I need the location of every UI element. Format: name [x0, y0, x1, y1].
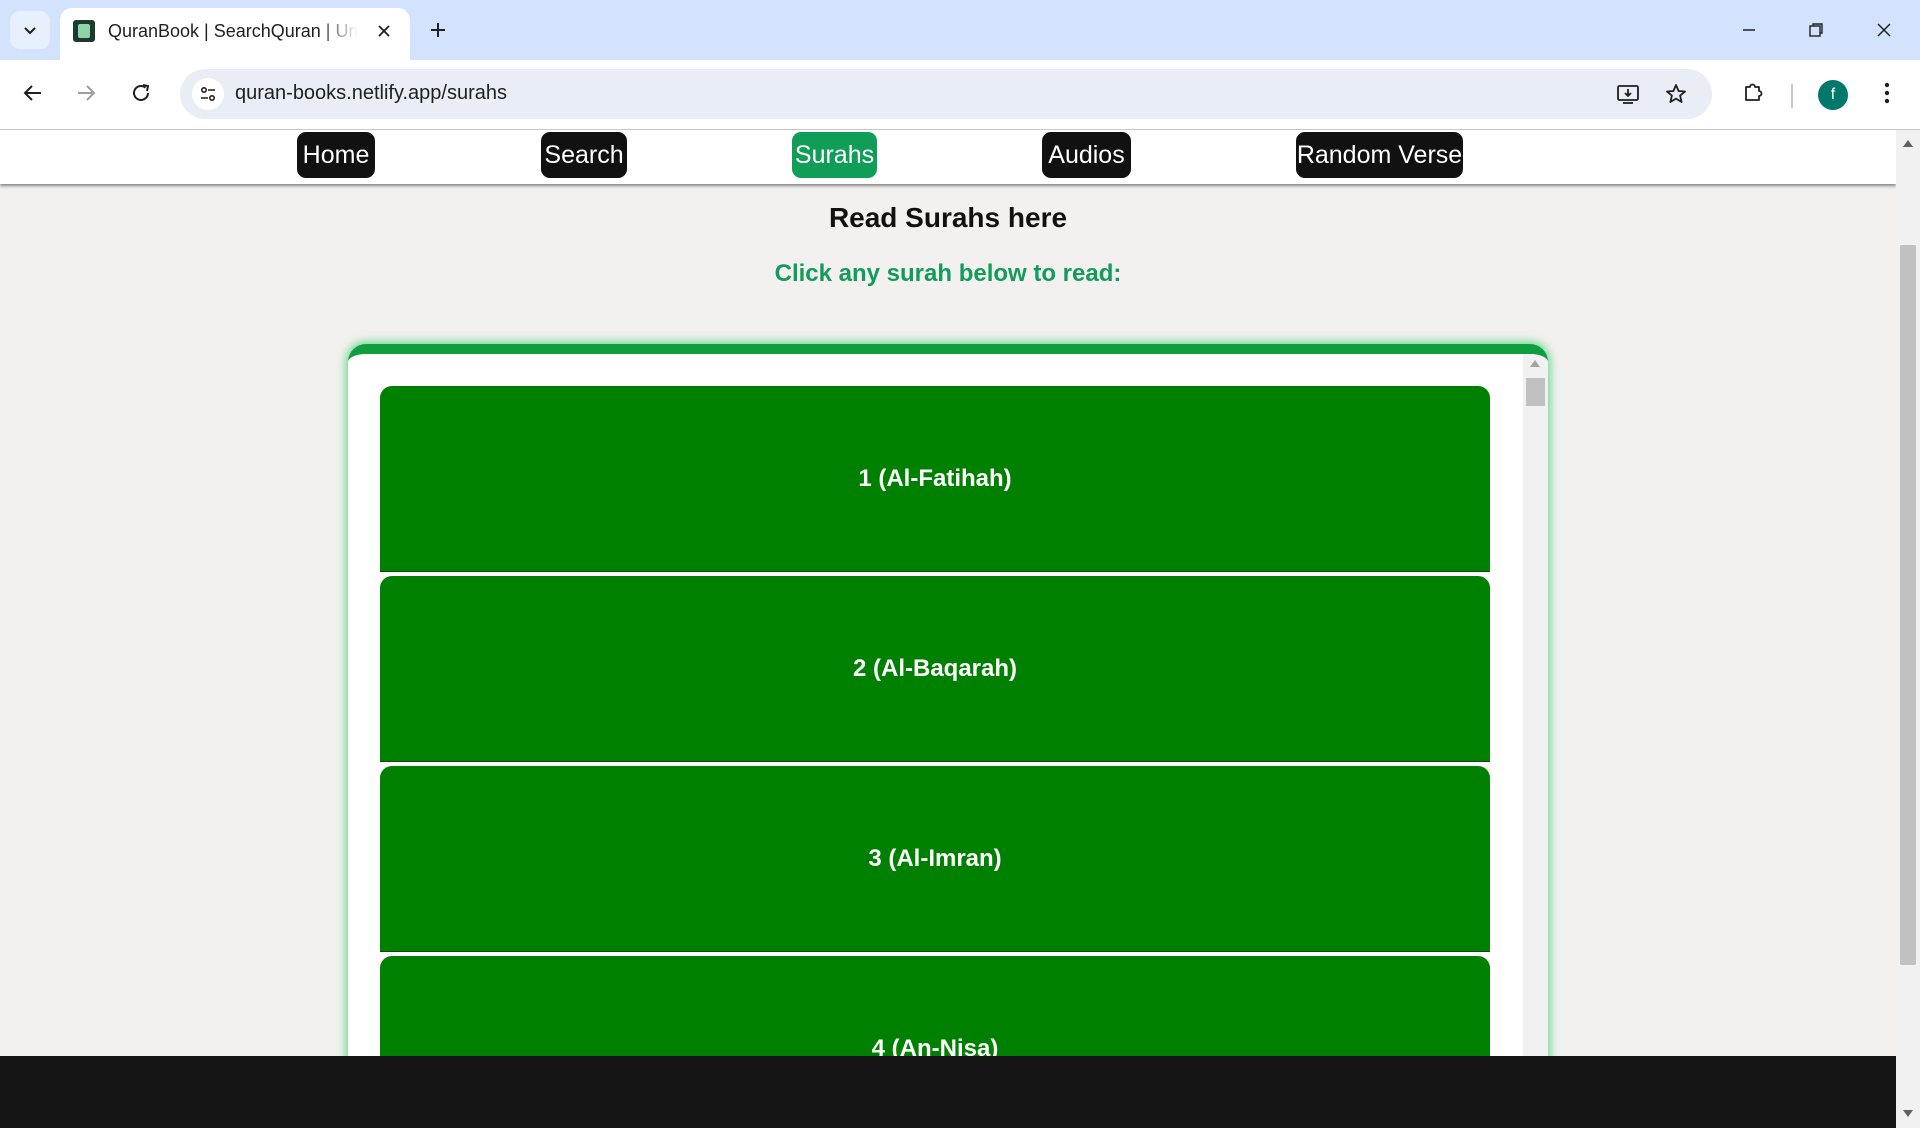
browser-tab-strip: QuranBook | SearchQuran | Understand [0, 0, 1920, 60]
page-viewport: Home Search Surahs Audios Random Verse R… [0, 130, 1896, 1056]
page-title: Read Surahs here [828, 202, 1068, 233]
site-nav-bar: Home Search Surahs Audios Random Verse [0, 130, 1896, 184]
site-favicon-icon [73, 20, 95, 42]
scroll-down-arrow-icon[interactable] [1903, 1110, 1913, 1117]
arrow-left-icon[interactable] [14, 74, 52, 112]
page-subtitle: Click any surah below to read: [774, 260, 1122, 287]
toolbar-divider [1791, 84, 1793, 108]
footer-bottom [0, 1056, 1896, 1128]
address-bar[interactable]: quran-books.netlify.app/surahs [180, 69, 1712, 119]
reload-icon[interactable] [122, 74, 160, 112]
surah-button-4[interactable]: 4 (An-Nisa) [380, 956, 1490, 1056]
surah-button-2[interactable]: 2 (Al-Baqarah) [380, 576, 1490, 762]
nav-audios-button[interactable]: Audios [1042, 132, 1131, 178]
close-window-icon[interactable] [1861, 10, 1907, 50]
browser-tab[interactable]: QuranBook | SearchQuran | Understand [60, 8, 410, 60]
profile-avatar[interactable]: f [1818, 80, 1848, 110]
restore-icon[interactable] [1793, 10, 1839, 50]
install-app-icon[interactable] [1612, 78, 1644, 110]
star-icon[interactable] [1660, 78, 1692, 110]
browser-toolbar: quran-books.netlify.app/surahs [0, 60, 1920, 130]
chevron-down-icon[interactable] [10, 11, 50, 49]
surah-button-3[interactable]: 3 (Al-Imran) [380, 766, 1490, 952]
scroll-up-arrow-icon[interactable] [1530, 360, 1540, 367]
arrow-right-icon[interactable] [67, 74, 105, 112]
surah-list-scrollbar[interactable] [1523, 354, 1548, 1056]
minimize-icon[interactable] [1726, 10, 1772, 50]
tune-icon[interactable] [192, 78, 224, 110]
nav-home-button[interactable]: Home [297, 132, 375, 178]
nav-search-button[interactable]: Search [541, 132, 627, 178]
scroll-up-arrow-icon[interactable] [1903, 140, 1913, 147]
more-vert-icon[interactable] [1868, 74, 1906, 112]
close-icon[interactable] [372, 19, 396, 43]
surah-list-scroll-thumb[interactable] [1526, 378, 1545, 406]
url-text: quran-books.netlify.app/surahs [235, 82, 508, 104]
tab-title: QuranBook | SearchQuran | Understand [108, 21, 358, 43]
surah-list[interactable]: 1 (Al-Fatihah) 2 (Al-Baqarah) 3 (Al-Imra… [348, 344, 1548, 1056]
nav-random-verse-button[interactable]: Random Verse [1296, 132, 1463, 178]
surah-button-1[interactable]: 1 (Al-Fatihah) [380, 386, 1490, 572]
nav-surahs-button[interactable]: Surahs [792, 132, 877, 178]
plus-icon[interactable] [422, 14, 454, 46]
page-scroll-thumb[interactable] [1900, 245, 1916, 965]
puzzle-icon[interactable] [1734, 74, 1772, 112]
page-scrollbar[interactable] [1896, 130, 1920, 1128]
